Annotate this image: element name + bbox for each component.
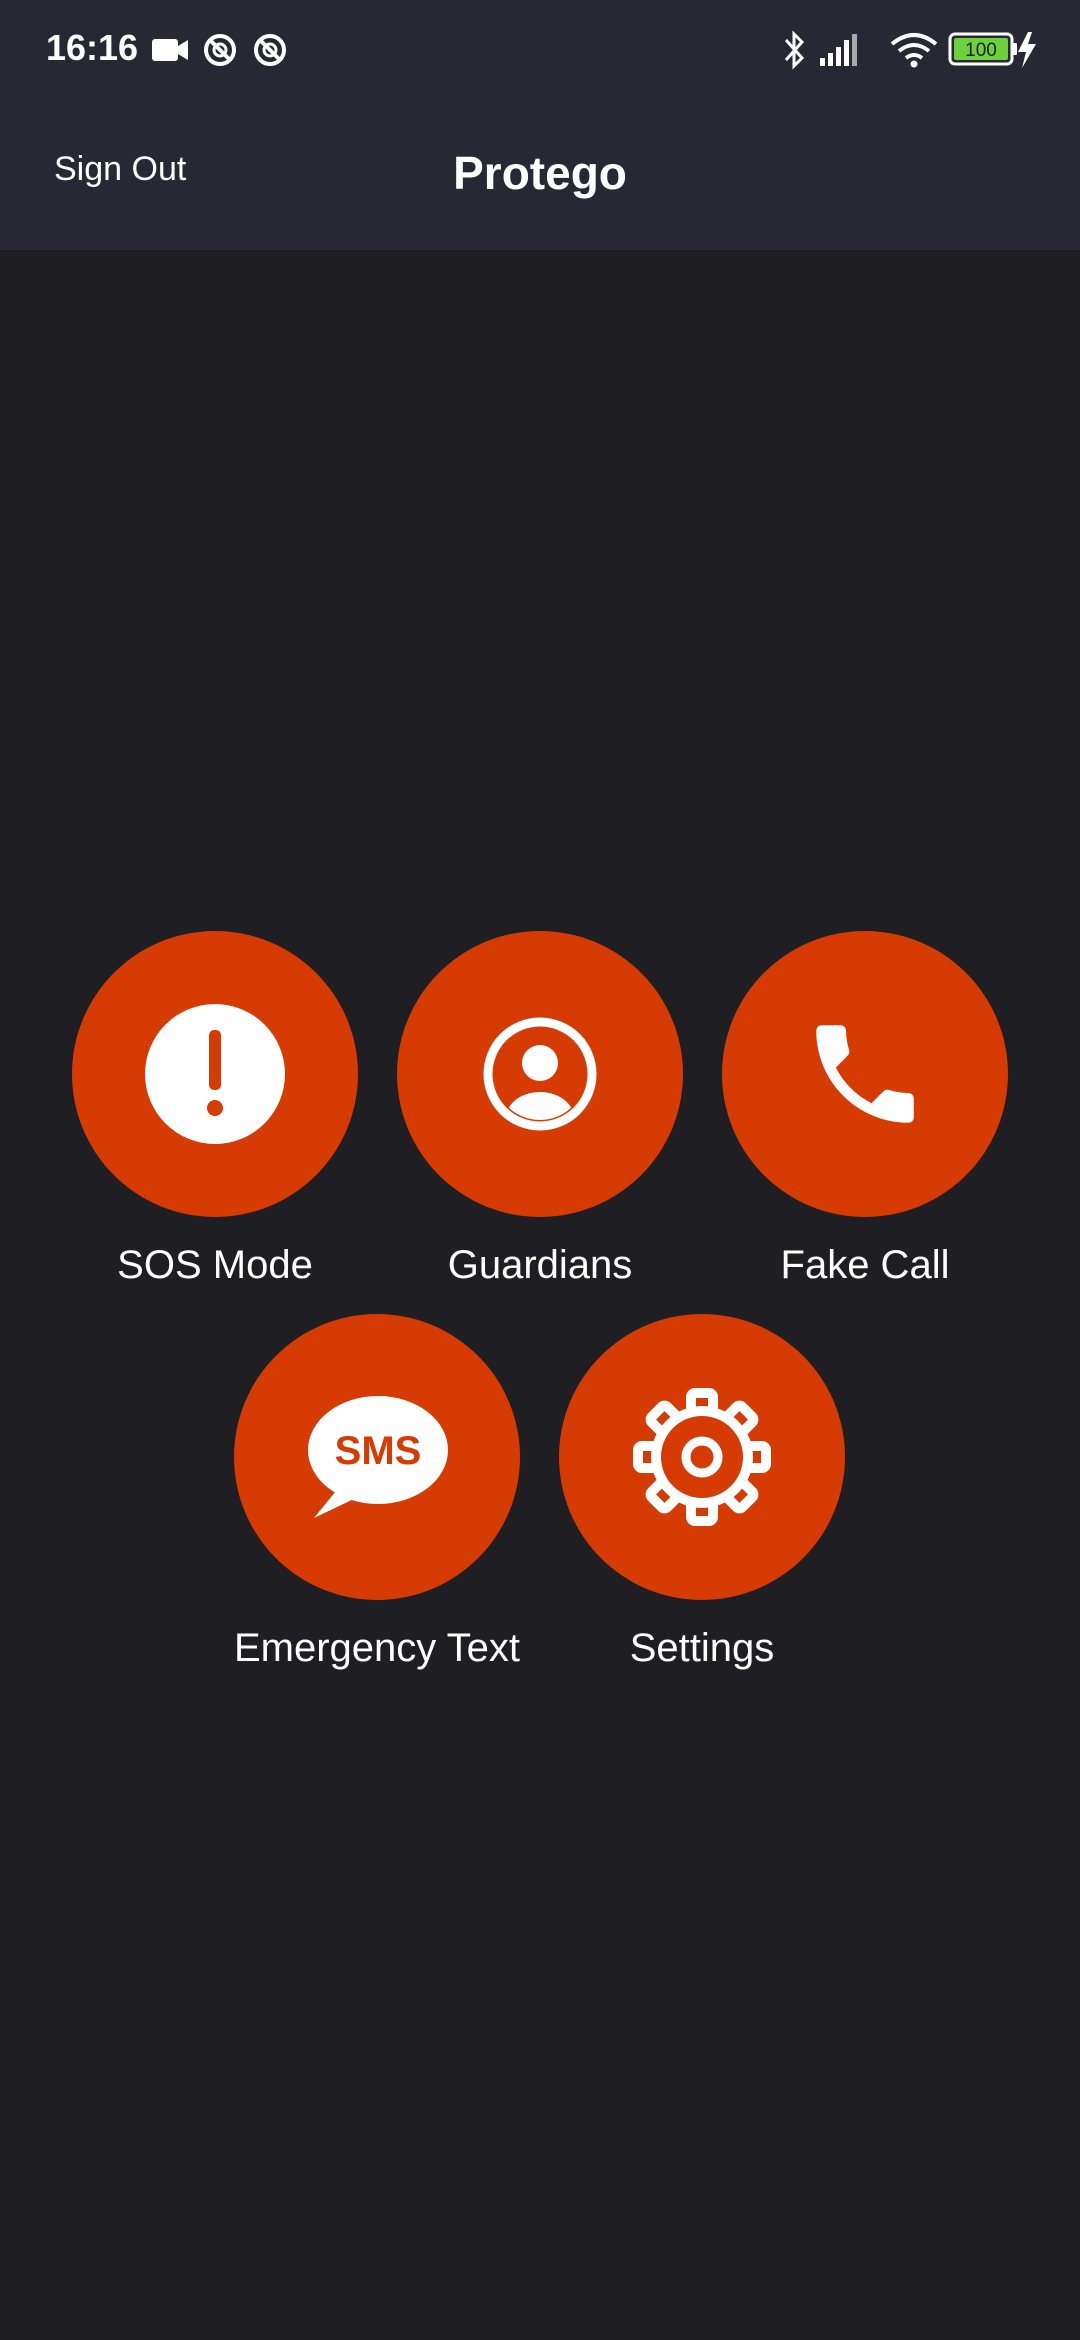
app-bar: Sign Out Protego [0,100,1080,250]
emergency-text-circle[interactable]: SMS [234,1314,520,1600]
guardians-label: Guardians [447,1243,633,1287]
emergency-text-label: Emergency Text [233,1626,521,1670]
settings-label: Settings [629,1626,775,1670]
notification-off-icon [204,34,236,66]
video-camera-icon [152,39,188,61]
notification-off-icon [254,34,286,66]
guardians-button[interactable]: Guardians [375,931,705,1288]
bluetooth-icon [784,30,805,70]
sos-mode-circle[interactable] [72,931,358,1217]
fake-call-circle[interactable] [722,931,1008,1217]
home-screen: 16:16 100 Sign Out Protego SOS Mode Guar… [0,0,1080,2340]
status-left-icons [152,34,286,66]
wifi-icon [890,33,938,68]
app-title: Protego [453,147,627,199]
settings-circle[interactable] [559,1314,845,1600]
status-bar: 16:16 100 [0,0,1080,100]
sos-mode-button[interactable]: SOS Mode [50,931,380,1288]
user-circle-icon [483,1017,597,1131]
phone-icon [816,1025,914,1123]
battery-icon: 100 [948,32,1017,66]
status-right-icons: 100 [784,30,1036,70]
sms-bubble-icon: SMS [308,1396,448,1518]
charging-icon [1018,32,1036,68]
guardians-circle[interactable] [397,931,683,1217]
status-time: 16:16 [46,27,139,68]
signal-icon [820,34,857,66]
emergency-text-button[interactable]: SMS Emergency Text [212,1314,542,1671]
battery-level-text: 100 [965,40,997,61]
sos-mode-label: SOS Mode [117,1243,313,1287]
fake-call-label: Fake Call [780,1243,950,1287]
sms-icon-text: SMS [335,1429,422,1473]
exclamation-icon [145,1004,285,1144]
settings-button[interactable]: Settings [537,1314,867,1671]
fake-call-button[interactable]: Fake Call [700,931,1030,1288]
gear-icon [633,1388,771,1526]
